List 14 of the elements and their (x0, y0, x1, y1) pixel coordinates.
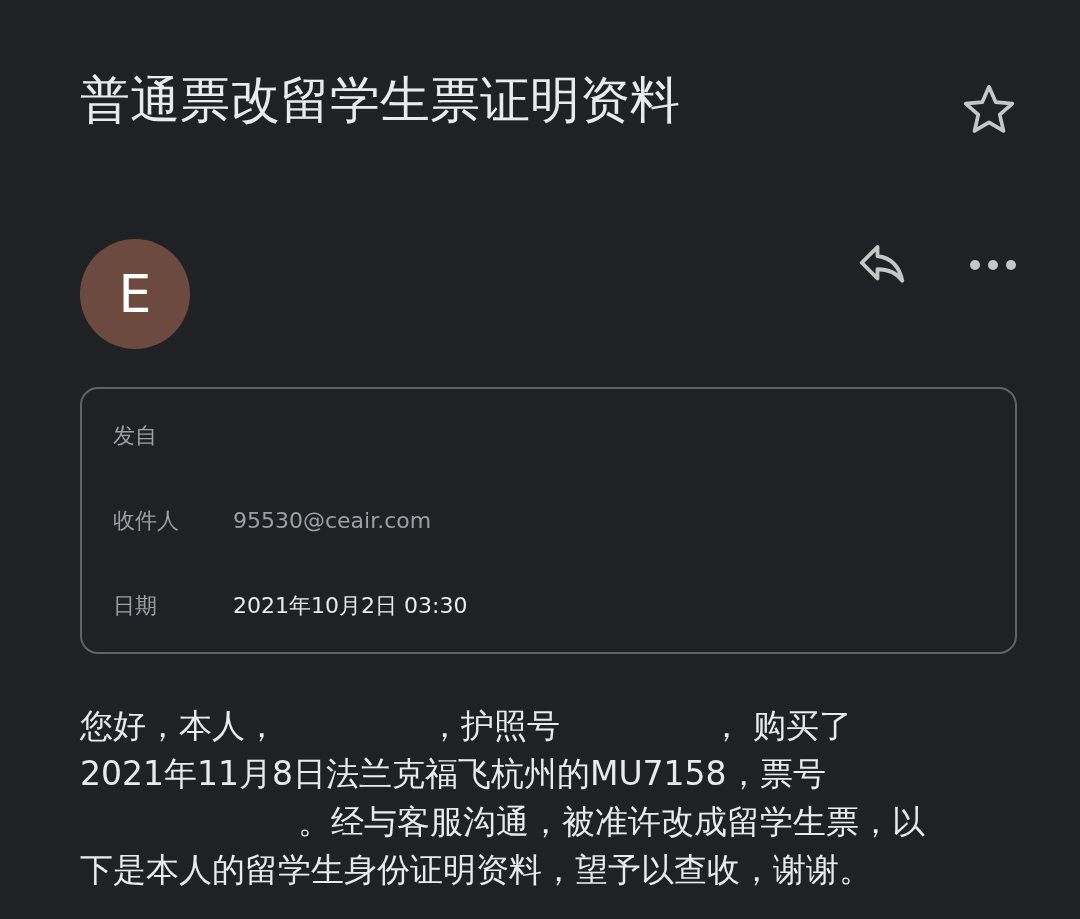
body-text: 下是本人的留学生身份证明资料，望予以查收，谢谢。 (80, 849, 872, 891)
detail-label: 收件人 (113, 506, 180, 535)
email-subject: 普通票改留学生票证明资料 (80, 70, 680, 130)
more-options-icon[interactable] (969, 259, 1017, 271)
detail-label: 发自 (113, 421, 158, 450)
body-text: 您好，本人， (80, 705, 278, 747)
detail-value: 2021年10月2日 03:30 (233, 591, 468, 620)
body-text: 。经与客服沟通，被准许改成留学生票，以 (298, 801, 925, 843)
body-text: ，护照号 (428, 705, 560, 747)
detail-value: 95530@ceair.com (233, 508, 432, 533)
body-text: 2021年11月8日法兰克福飞杭州的MU7158，票号 (80, 753, 826, 795)
detail-label: 日期 (113, 591, 158, 620)
body-text: ， 购买了 (710, 705, 853, 747)
sender-avatar[interactable]: E (80, 239, 190, 349)
